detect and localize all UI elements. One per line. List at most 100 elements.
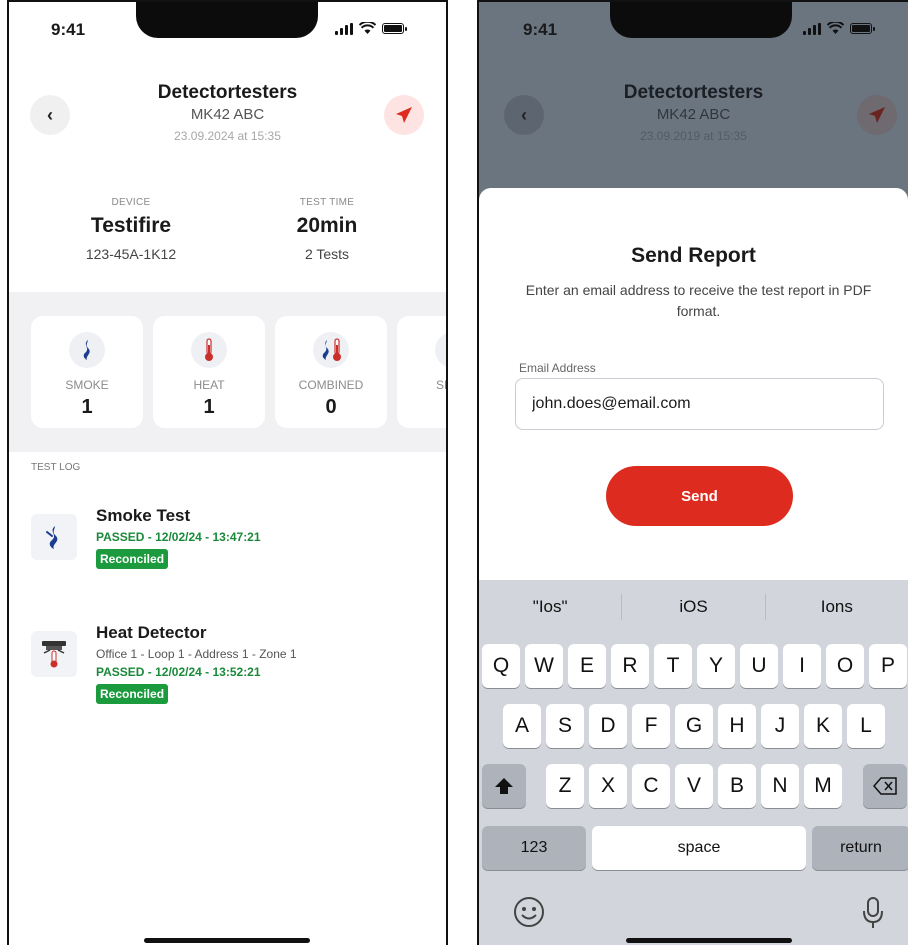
log-title: Smoke Test	[96, 506, 191, 525]
key-t[interactable]: T	[654, 644, 692, 688]
status-time: 9:41	[523, 20, 558, 39]
heat-card[interactable]: HEAT 1	[153, 316, 265, 428]
test-time-summary: TEST TIME 20min 2 Tests	[247, 197, 407, 262]
key-h[interactable]: H	[718, 704, 756, 748]
combined-icon	[313, 332, 349, 368]
reconciled-badge: Reconciled	[96, 549, 169, 569]
page-header: Detectortesters MK42 ABC 23.09.2024 at 1…	[9, 82, 446, 143]
sequence-card[interactable]: SEQU	[397, 316, 446, 428]
test-summary: DEVICE Testifire 123-45A-1K12 TEST TIME …	[9, 197, 446, 287]
key-i[interactable]: I	[783, 644, 821, 688]
on-screen-keyboard: "Ios" iOS Ions Q W E R T Y U I O P A S D…	[479, 580, 908, 945]
home-indicator[interactable]	[626, 938, 792, 943]
thermometer-icon	[191, 332, 227, 368]
key-o[interactable]: O	[826, 644, 864, 688]
log-location: Office 1 - Loop 1 - Address 1 - Zone 1	[96, 647, 297, 661]
test-type-carousel[interactable]: SMOKE 1 HEAT 1 COMBINED 0 SEQU	[9, 292, 446, 452]
status-icons	[335, 22, 407, 35]
log-status: PASSED - 12/02/24 - 13:52:21	[96, 665, 261, 679]
test-count: 2 Tests	[304, 246, 350, 262]
report-detail-screen: 9:41 ‹ Detectortesters MK42 ABC 23.09.20…	[7, 0, 448, 945]
sheet-description: Enter an email address to receive the te…	[525, 282, 872, 319]
thermometer-icon	[435, 332, 446, 368]
sheet-title: Send Report	[631, 244, 756, 267]
device-summary: DEVICE Testifire 123-45A-1K12	[51, 197, 211, 262]
delete-key[interactable]	[863, 764, 907, 808]
send-button[interactable]: Send	[606, 466, 793, 526]
battery-icon	[850, 23, 875, 34]
combined-label: COMBINED	[298, 378, 364, 392]
wifi-icon	[827, 22, 844, 34]
report-date: 23.09.2024 at 15:35	[174, 129, 281, 143]
suggestion-item[interactable]: iOS	[622, 597, 764, 617]
key-c[interactable]: C	[632, 764, 670, 808]
vehicle-plate: MK42 ABC	[190, 106, 265, 123]
device-label: DEVICE	[111, 197, 151, 208]
sequence-label: SEQU	[435, 378, 446, 392]
key-b[interactable]: B	[718, 764, 756, 808]
key-y[interactable]: Y	[697, 644, 735, 688]
suggestion-item[interactable]: "Ios"	[479, 597, 621, 617]
page-title: Detectortesters	[623, 82, 764, 103]
key-z[interactable]: Z	[546, 764, 584, 808]
shift-icon	[495, 778, 513, 794]
smoke-count: 1	[81, 396, 93, 418]
smoke-card[interactable]: SMOKE 1	[31, 316, 143, 428]
key-g[interactable]: G	[675, 704, 713, 748]
heat-detector-icon	[31, 631, 77, 677]
key-n[interactable]: N	[761, 764, 799, 808]
send-report-screen: 9:41 ‹ Detectortesters MK42 ABC 23.09.20…	[477, 0, 908, 945]
key-s[interactable]: S	[546, 704, 584, 748]
send-report-button[interactable]	[384, 95, 424, 135]
key-l[interactable]: L	[847, 704, 885, 748]
key-f[interactable]: F	[632, 704, 670, 748]
smoke-icon	[31, 514, 77, 560]
battery-icon	[382, 23, 407, 34]
combined-card[interactable]: COMBINED 0	[275, 316, 387, 428]
numbers-key[interactable]: 123	[482, 826, 586, 870]
key-e[interactable]: E	[568, 644, 606, 688]
key-u[interactable]: U	[740, 644, 778, 688]
shift-key[interactable]	[482, 764, 526, 808]
emoji-icon[interactable]	[513, 896, 545, 935]
suggestion-item[interactable]: Ions	[766, 597, 908, 617]
report-date: 23.09.2019 at 15:35	[640, 129, 747, 143]
combined-count: 0	[325, 396, 337, 418]
page-title: Detectortesters	[157, 82, 298, 103]
microphone-icon[interactable]	[861, 896, 885, 937]
heat-label: HEAT	[193, 378, 225, 392]
key-w[interactable]: W	[525, 644, 563, 688]
send-report-button[interactable]	[857, 95, 897, 135]
device-notch	[610, 2, 792, 38]
key-r[interactable]: R	[611, 644, 649, 688]
key-m[interactable]: M	[804, 764, 842, 808]
key-d[interactable]: D	[589, 704, 627, 748]
vehicle-plate: MK42 ABC	[656, 106, 731, 123]
key-q[interactable]: Q	[482, 644, 520, 688]
test-time-value: 20min	[296, 214, 358, 237]
paper-plane-icon	[869, 107, 885, 123]
key-x[interactable]: X	[589, 764, 627, 808]
page-header: Detectortesters MK42 ABC 23.09.2019 at 1…	[479, 82, 908, 143]
status-time: 9:41	[51, 20, 86, 39]
key-v[interactable]: V	[675, 764, 713, 808]
home-indicator[interactable]	[144, 938, 310, 943]
device-name: Testifire	[90, 214, 172, 237]
key-k[interactable]: K	[804, 704, 842, 748]
email-field[interactable]	[515, 378, 884, 430]
smoke-icon	[69, 332, 105, 368]
key-j[interactable]: J	[761, 704, 799, 748]
email-field-label: Email Address	[519, 361, 596, 375]
key-p[interactable]: P	[869, 644, 907, 688]
test-log-heading: TEST LOG	[31, 462, 81, 473]
wifi-icon	[359, 22, 376, 34]
return-key[interactable]: return	[812, 826, 908, 870]
paper-plane-icon	[396, 107, 412, 123]
status-icons	[803, 22, 875, 35]
device-notch	[136, 2, 318, 38]
heat-count: 1	[203, 396, 215, 418]
key-a[interactable]: A	[503, 704, 541, 748]
space-key[interactable]: space	[592, 826, 806, 870]
test-time-label: TEST TIME	[299, 197, 355, 208]
reconciled-badge: Reconciled	[96, 684, 169, 704]
